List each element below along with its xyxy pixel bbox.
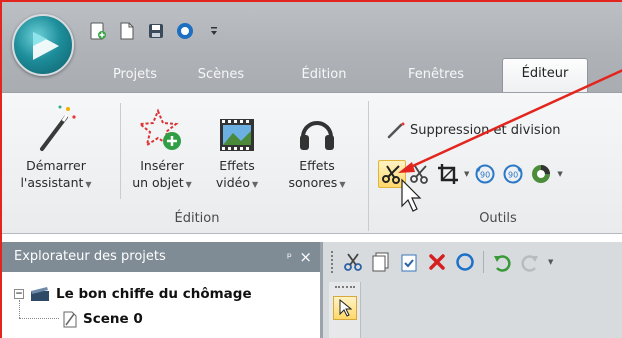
pin-icon[interactable]: ᵖ [287,242,292,272]
close-icon[interactable]: × [299,242,312,272]
project-name: Le bon chiffe du chômage [56,286,252,302]
tree-connector [19,318,59,319]
editor-toolbar: ▼ [331,248,555,276]
project-clapper-icon [31,287,49,301]
collapse-toggle-icon[interactable]: − [14,289,24,299]
undo-icon[interactable] [490,250,514,274]
circle-icon[interactable] [453,250,477,274]
red-arrow-line [403,69,622,172]
project-tree: − Le bon chiffe du chômage Scene 0 [2,272,320,338]
scene-name: Scene 0 [83,311,143,327]
paste-icon[interactable] [397,250,421,274]
scene-editor-area: ▼ [320,242,622,338]
project-explorer-header: Explorateur des projets ᵖ × [2,242,320,272]
copy-icon[interactable] [369,250,393,274]
application-window: Projets Scènes Édition Fenêtres Éditeur … [0,0,622,338]
strip-grip[interactable] [335,286,355,288]
cut-icon[interactable] [341,250,365,274]
project-explorer-title: Explorateur des projets [14,249,166,264]
tree-item-project[interactable]: − Le bon chiffe du chômage [14,286,252,302]
toolbar-overflow-icon[interactable]: ▼ [548,258,553,266]
selection-tool-button[interactable] [333,296,357,320]
mouse-cursor-icon [401,178,422,212]
redo-icon[interactable] [518,250,542,274]
tree-connector [19,300,20,318]
tree-item-scene[interactable]: Scene 0 [62,310,143,328]
toolbar-separator [483,251,484,273]
red-arrow-head-icon [398,162,415,173]
tool-strip [329,282,361,338]
toolbar-grip[interactable] [331,251,335,273]
scene-page-icon [63,311,77,328]
pointer-icon [339,299,352,317]
delete-icon[interactable] [425,250,449,274]
